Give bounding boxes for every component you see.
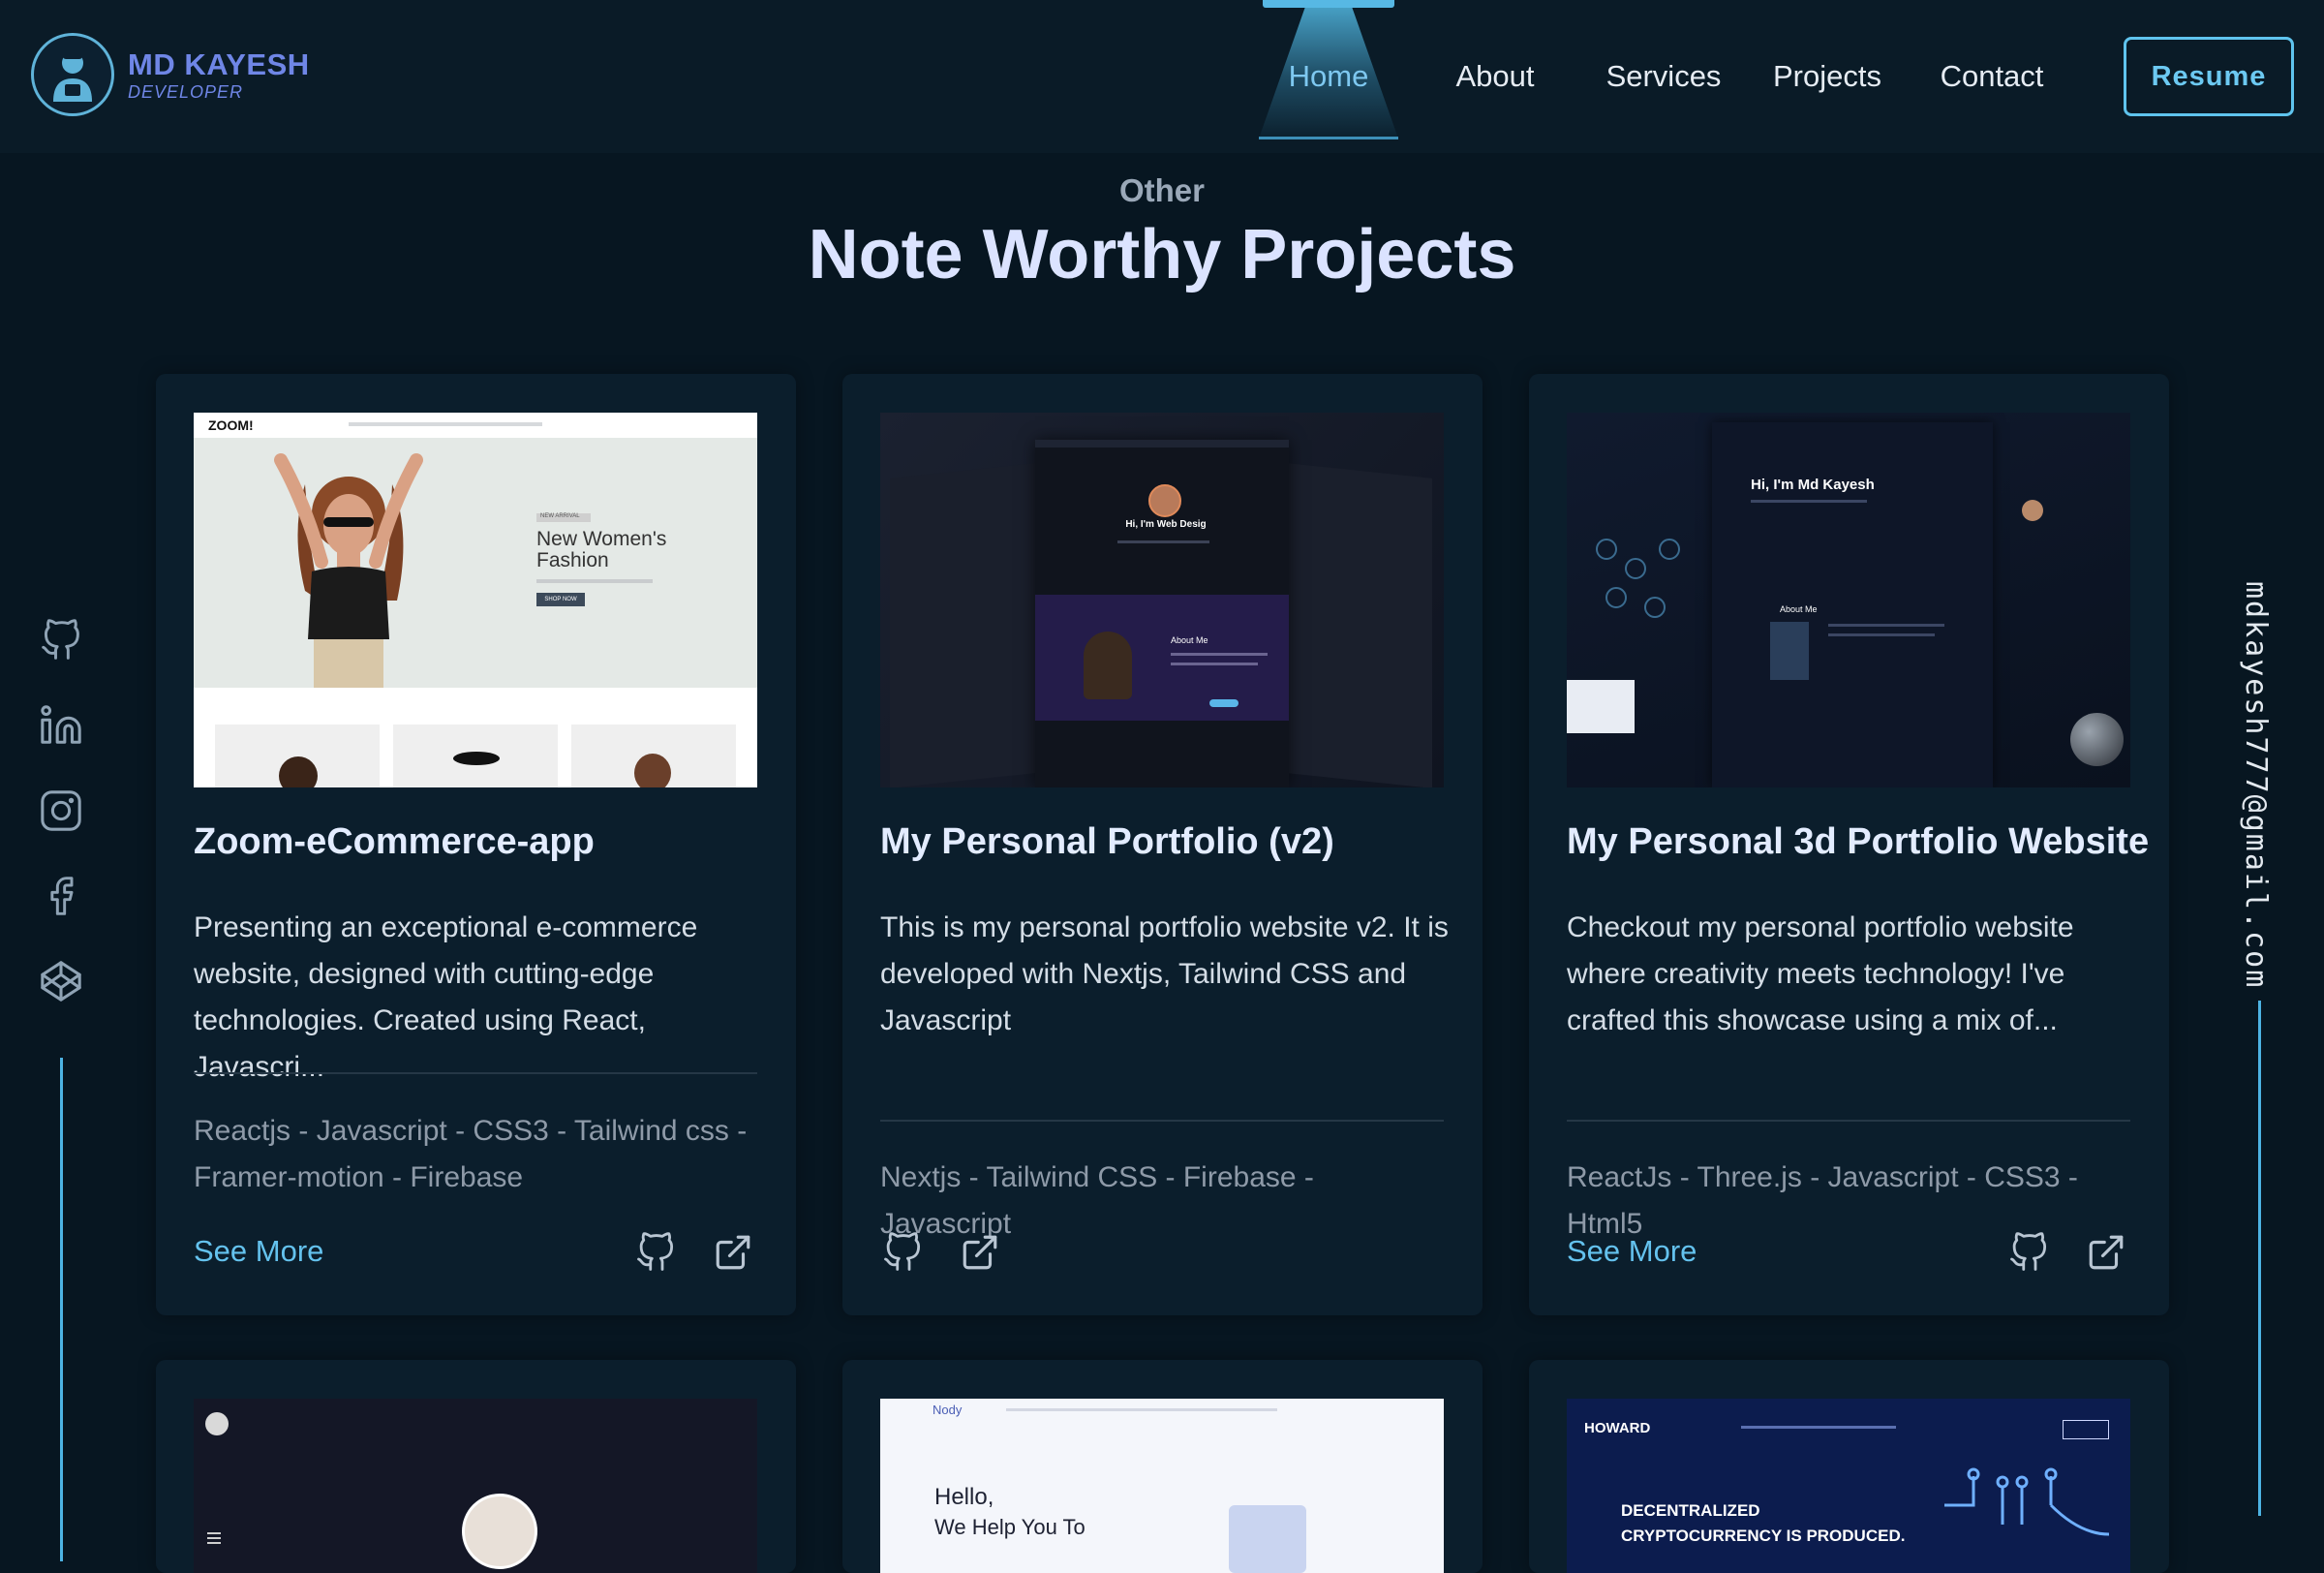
project-card: Nody Hello, We Help You To bbox=[842, 1360, 1483, 1573]
see-more-link[interactable]: See More bbox=[194, 1234, 323, 1269]
nav-projects-label: Projects bbox=[1773, 59, 1881, 93]
sidebar-divider-line bbox=[60, 1058, 63, 1561]
project-preview-image[interactable]: Hi, I'm Web Desig About Me bbox=[880, 413, 1444, 787]
card-divider bbox=[194, 1072, 757, 1074]
email-link[interactable]: mdkayesh777@gmail.com bbox=[2239, 581, 2273, 989]
nav-about-label: About bbox=[1455, 59, 1535, 93]
project-title[interactable]: Zoom-eCommerce-app bbox=[194, 821, 595, 863]
preview-headline: Hi, I'm Web Desig bbox=[1125, 519, 1207, 530]
preview-about: About Me bbox=[1171, 635, 1208, 645]
preview-about: About Me bbox=[1780, 604, 1818, 614]
preview-headline: Hi, I'm Md Kayesh bbox=[1751, 477, 1875, 493]
resume-button[interactable]: Resume bbox=[2124, 37, 2294, 116]
project-card bbox=[156, 1360, 796, 1573]
preview-brand: ZOOM! bbox=[208, 417, 254, 433]
project-card: HOWARD DECENTRALIZED CRYPTOCURRENCY IS P… bbox=[1529, 1360, 2169, 1573]
card-divider bbox=[1567, 1120, 2130, 1122]
email-divider-line bbox=[2258, 1001, 2261, 1516]
nav-services[interactable]: Services bbox=[1592, 0, 1735, 153]
navbar: MD KAYESH DEVELOPER Home About Services … bbox=[0, 0, 2324, 153]
nav-contact[interactable]: Contact bbox=[1919, 0, 2064, 153]
project-description: Presenting an exceptional e-commerce web… bbox=[194, 911, 698, 1083]
section-eyebrow: Other bbox=[1118, 172, 1205, 208]
project-card: ZOOM! NEW ARRIVAL New Women's Fashion SH… bbox=[156, 374, 796, 1315]
developer-avatar-icon bbox=[31, 33, 114, 116]
instagram-icon[interactable] bbox=[37, 786, 85, 835]
preview-headline: New Women's Fashion bbox=[536, 528, 667, 571]
github-icon[interactable] bbox=[37, 616, 85, 664]
preview-brand: HOWARD bbox=[1584, 1420, 1651, 1436]
github-icon[interactable] bbox=[2006, 1230, 2051, 1275]
external-link-icon[interactable] bbox=[711, 1230, 755, 1275]
project-preview-image[interactable]: Hi, I'm Md Kayesh About Me bbox=[1567, 413, 2130, 787]
nav-home[interactable]: Home bbox=[1259, 0, 1398, 153]
nav-services-label: Services bbox=[1605, 59, 1722, 93]
nav-contact-label: Contact bbox=[1940, 59, 2044, 93]
github-icon[interactable] bbox=[880, 1230, 925, 1275]
preview-sub: CRYPTOCURRENCY IS PRODUCED. bbox=[1621, 1527, 1906, 1545]
nav-home-label: Home bbox=[1288, 59, 1369, 93]
logo-name: MD KAYESH bbox=[128, 46, 310, 81]
preview-headline: DECENTRALIZED bbox=[1621, 1501, 1760, 1520]
logo-subtitle: DEVELOPER bbox=[128, 81, 244, 102]
social-sidebar bbox=[37, 616, 87, 1042]
project-card: Hi, I'm Web Desig About Me My Personal P… bbox=[842, 374, 1483, 1315]
project-preview-image[interactable]: HOWARD DECENTRALIZED CRYPTOCURRENCY IS P… bbox=[1567, 1399, 2130, 1573]
preview-sub: We Help You To bbox=[934, 1515, 1086, 1539]
project-title[interactable]: My Personal Portfolio (v2) bbox=[880, 821, 1334, 863]
section-title: Note Worthy Projects bbox=[808, 216, 1516, 293]
nav-about[interactable]: About bbox=[1398, 0, 1592, 153]
external-link-icon[interactable] bbox=[958, 1230, 1002, 1275]
project-preview-image[interactable] bbox=[194, 1399, 757, 1573]
preview-headline: Hello, bbox=[934, 1484, 994, 1510]
preview-brand: Nody bbox=[933, 1403, 963, 1417]
nav-projects[interactable]: Projects bbox=[1735, 0, 1919, 153]
preview-tag: NEW ARRIVAL bbox=[540, 513, 580, 519]
card-divider bbox=[880, 1120, 1444, 1122]
project-tech-stack: Reactjs - Javascript - CSS3 - Tailwind c… bbox=[194, 1115, 748, 1193]
project-description: Checkout my personal portfolio website w… bbox=[1567, 911, 2074, 1036]
project-preview-image[interactable]: ZOOM! NEW ARRIVAL New Women's Fashion SH… bbox=[194, 413, 757, 787]
external-link-icon[interactable] bbox=[2084, 1230, 2128, 1275]
project-card: Hi, I'm Md Kayesh About Me My Personal 3… bbox=[1529, 374, 2169, 1315]
facebook-icon[interactable] bbox=[37, 872, 85, 920]
project-title[interactable]: My Personal 3d Portfolio Website bbox=[1567, 821, 2149, 863]
project-description: This is my personal portfolio website v2… bbox=[880, 911, 1449, 1036]
codepen-icon[interactable] bbox=[37, 957, 85, 1005]
preview-button: SHOP NOW bbox=[536, 593, 585, 606]
logo[interactable]: MD KAYESH DEVELOPER bbox=[31, 33, 310, 116]
main-menu: Home About Services Projects Contact bbox=[1259, 0, 2064, 153]
project-preview-image[interactable]: Nody Hello, We Help You To bbox=[880, 1399, 1444, 1573]
see-more-link[interactable]: See More bbox=[1567, 1234, 1697, 1269]
linkedin-icon[interactable] bbox=[37, 701, 85, 750]
github-icon[interactable] bbox=[633, 1230, 678, 1275]
